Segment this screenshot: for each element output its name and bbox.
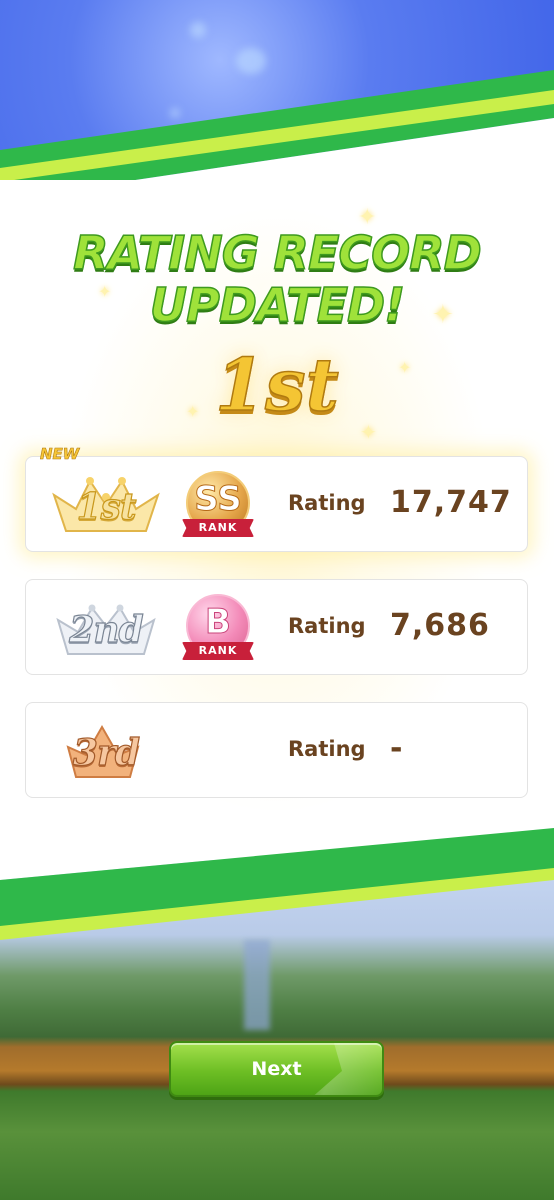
sparkle-icon: ✦ [358,205,377,230]
rating-label: Rating [288,491,366,515]
rank-ribbon: RANK [182,519,254,537]
rating-value: - [390,731,404,766]
new-badge: NEW [40,445,80,464]
rank-letter: B [205,602,232,643]
rating-value: 7,686 [390,608,490,643]
next-button-label: Next [251,1058,302,1080]
next-button[interactable]: Next [169,1041,384,1097]
place-badge-3rd: 3rd [46,721,166,781]
sparkle-icon: ✦ [432,300,454,330]
record-row-2nd: 2nd B RANK Rating 7,686 [25,579,528,675]
place-label: 2nd [69,609,145,651]
title-line-2: UPDATED! [149,278,406,332]
sparkle-icon: ✦ [98,282,112,301]
record-row-3rd: 3rd Rating - [25,702,528,798]
current-place: 1st [214,342,339,427]
rating-label: Rating [288,614,366,638]
rank-letter: SS [194,479,242,520]
place-badge-2nd: 2nd [46,598,166,658]
rank-ribbon: RANK [182,642,254,660]
bottom-green-stripes [0,810,554,940]
record-row-1st: NEW 1st SS RANK Rating 17,747 [25,445,528,552]
rating-label: Rating [288,737,366,761]
rank-badge-ss: SS RANK [182,471,254,543]
button-shine [310,1043,382,1095]
place-badge-1st: 1st [46,475,166,535]
place-label: 1st [76,486,137,528]
place-label: 3rd [72,732,140,774]
rating-value: 17,747 [390,485,512,520]
rank-badge-b: B RANK [182,594,254,666]
title-line-1: RATING RECORD [72,226,482,280]
